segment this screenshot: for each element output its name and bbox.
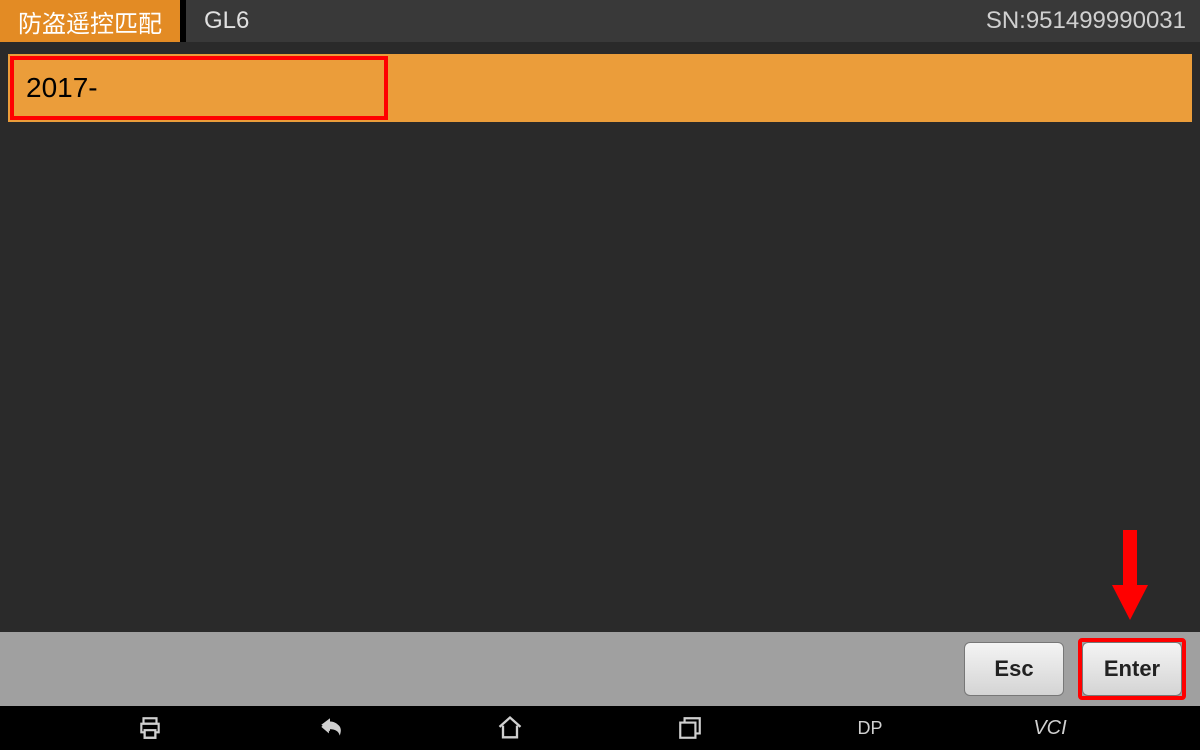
mode-badge: 防盗遥控匹配 [0, 0, 186, 42]
print-icon[interactable] [60, 715, 240, 741]
serial-number: SN:951499990031 [986, 7, 1186, 35]
enter-button[interactable]: Enter [1082, 642, 1182, 696]
button-bar: Esc Enter [0, 632, 1200, 706]
enter-button-highlight: Enter [1078, 638, 1186, 700]
mode-badge-text: 防盗遥控匹配 [18, 4, 162, 39]
list-item-label: 2017- [8, 72, 98, 104]
dp-label: DP [857, 718, 882, 739]
esc-button[interactable]: Esc [964, 642, 1064, 696]
home-icon[interactable] [420, 714, 600, 742]
dp-button[interactable]: DP [780, 718, 960, 739]
vci-label: VCI [1033, 717, 1066, 740]
back-icon[interactable] [240, 715, 420, 741]
main-content: 2017- [0, 42, 1200, 632]
recent-apps-icon[interactable] [600, 715, 780, 741]
list-item[interactable]: 2017- [8, 54, 1192, 122]
system-navbar: DP VCI [0, 706, 1200, 750]
vci-button[interactable]: VCI [960, 717, 1140, 740]
header-title: GL6 [186, 7, 249, 35]
header-bar: 防盗遥控匹配 GL6 SN:951499990031 [0, 0, 1200, 42]
